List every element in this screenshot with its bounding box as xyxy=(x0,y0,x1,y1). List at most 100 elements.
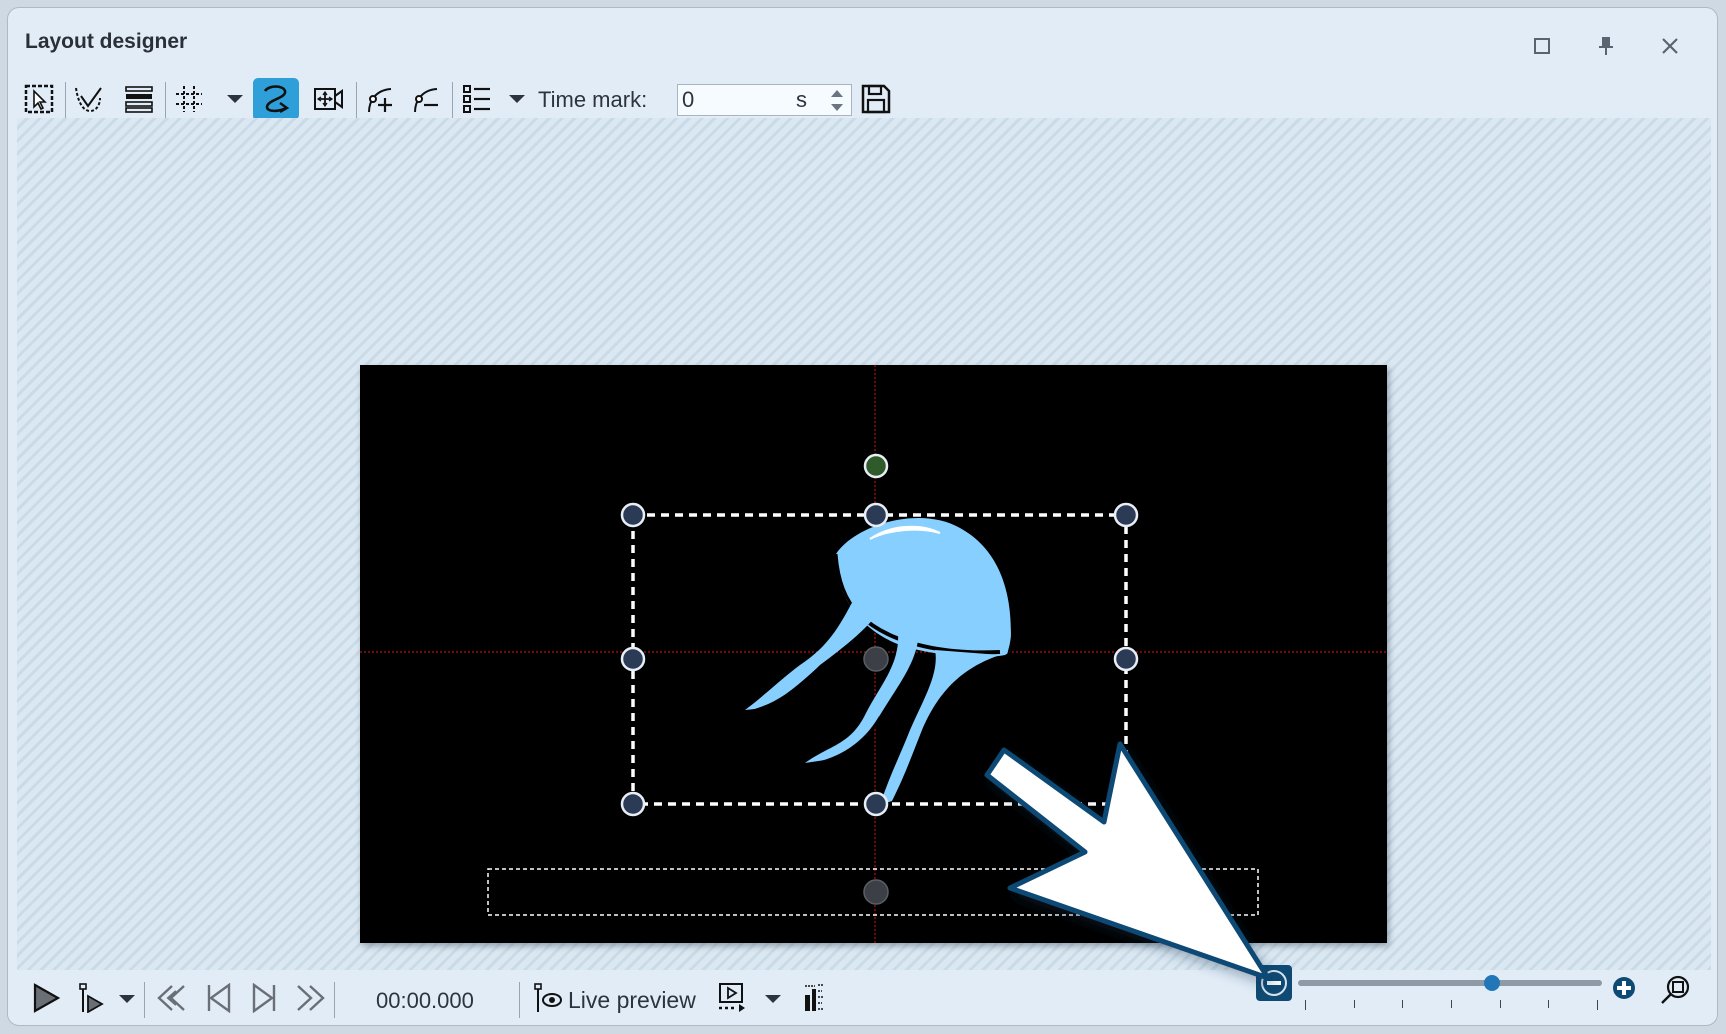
rotation-handle[interactable] xyxy=(863,453,889,479)
chevron-down-icon xyxy=(509,95,525,103)
canvas-contents xyxy=(360,365,1387,943)
maximize-icon xyxy=(1534,38,1550,54)
curve-add-icon xyxy=(368,88,392,113)
play-from-marker-icon xyxy=(79,983,104,1013)
toolbar-separator xyxy=(519,982,520,1018)
zoom-slider-tick xyxy=(1597,1000,1598,1010)
level-meter-button[interactable] xyxy=(796,980,832,1016)
toolbar-separator xyxy=(144,982,145,1018)
motion-path-icon xyxy=(263,85,290,114)
fast-forward-button[interactable] xyxy=(292,980,328,1016)
zoom-in-icon xyxy=(1613,977,1635,999)
live-preview-button[interactable]: Live preview xyxy=(568,987,696,1014)
resize-handle-left[interactable] xyxy=(620,646,646,672)
spin-up-button[interactable] xyxy=(828,87,846,99)
zoom-slider-tick xyxy=(1499,1000,1501,1008)
chevron-down-icon xyxy=(227,95,243,103)
skip-back-icon xyxy=(207,983,231,1013)
preview-screen-icon xyxy=(719,983,745,1012)
resize-handle-top-left[interactable] xyxy=(620,502,646,528)
resize-handle-right[interactable] xyxy=(1113,646,1139,672)
zoom-slider-tick xyxy=(1305,1000,1306,1010)
arrow-up-icon xyxy=(831,89,843,97)
zoom-fit-icon xyxy=(1661,975,1690,1004)
save-button[interactable] xyxy=(857,80,895,118)
save-icon xyxy=(861,84,891,114)
level-meter-icon xyxy=(805,984,824,1011)
skip-forward-icon xyxy=(252,983,276,1013)
list-icon xyxy=(463,85,490,113)
fast-forward-icon xyxy=(297,985,325,1011)
toolbar-separator xyxy=(452,82,453,118)
arrow-down-icon xyxy=(831,103,843,111)
camera-pan-tool-button[interactable] xyxy=(310,80,348,118)
list-tool-button[interactable] xyxy=(458,80,496,118)
motion-path-tool-button[interactable] xyxy=(253,78,299,120)
center-handle[interactable] xyxy=(863,646,889,672)
live-preview-icon-wrap[interactable] xyxy=(530,980,566,1016)
select-tool-button[interactable] xyxy=(20,80,58,118)
dashed-check-icon xyxy=(75,87,102,113)
zoom-in-button[interactable] xyxy=(1612,976,1636,1005)
layout-designer-window: Layout designer Time mark: 0 s 00:00.000… xyxy=(7,7,1718,1026)
resize-handle-bottom-left[interactable] xyxy=(620,791,646,817)
maximize-button[interactable] xyxy=(1528,32,1556,60)
zoom-slider-tick xyxy=(1451,1000,1452,1008)
rewind-button[interactable] xyxy=(154,980,190,1016)
resize-handle-top[interactable] xyxy=(863,502,889,528)
slide-canvas[interactable] xyxy=(360,365,1387,943)
zoom-slider-tick xyxy=(1548,1000,1550,1008)
grid-icon xyxy=(176,86,202,112)
next-button[interactable] xyxy=(246,980,282,1016)
play-from-marker-button[interactable] xyxy=(73,980,109,1016)
time-display: 00:00.000 xyxy=(376,988,474,1013)
list-options-dropdown[interactable] xyxy=(506,80,528,118)
live-preview-icon xyxy=(534,983,562,1012)
rewind-icon xyxy=(157,985,185,1011)
zoom-slider-thumb[interactable] xyxy=(1483,975,1500,991)
camera-move-icon xyxy=(314,88,343,110)
close-icon xyxy=(1662,38,1678,54)
zoom-slider-tick xyxy=(1402,1000,1404,1008)
select-arrow-icon xyxy=(24,84,54,114)
toolbar: Time mark: 0 s xyxy=(8,76,1717,124)
preview-options-dropdown[interactable] xyxy=(762,980,784,1018)
chevron-down-icon xyxy=(765,995,781,1003)
play-options-dropdown[interactable] xyxy=(116,980,138,1018)
curve-remove-icon xyxy=(414,88,438,113)
preview-mode-button[interactable] xyxy=(714,980,750,1016)
previous-button[interactable] xyxy=(201,980,237,1016)
zoom-fit-button[interactable] xyxy=(1660,975,1690,1010)
resize-handle-bottom-right[interactable] xyxy=(1113,791,1139,817)
spin-down-button[interactable] xyxy=(828,101,846,113)
play-icon xyxy=(33,983,60,1013)
resize-handle-bottom[interactable] xyxy=(863,791,889,817)
resize-handle-top-right[interactable] xyxy=(1113,502,1139,528)
toolbar-separator xyxy=(165,82,166,118)
time-mark-spinner[interactable]: 0 s xyxy=(677,84,852,116)
toolbar-separator xyxy=(334,982,335,1018)
zoom-out-button[interactable] xyxy=(1256,965,1292,1001)
time-mark-unit: s xyxy=(796,87,807,112)
pin-button[interactable] xyxy=(1592,32,1620,60)
zoom-slider-tick xyxy=(1353,1000,1355,1008)
design-stage xyxy=(17,118,1711,970)
layers-tool-button[interactable] xyxy=(120,80,158,118)
add-curve-point-button[interactable] xyxy=(362,80,400,118)
play-button[interactable] xyxy=(28,980,64,1016)
zoom-slider-track[interactable] xyxy=(1298,980,1602,986)
toolbar-separator xyxy=(65,82,66,118)
window-title: Layout designer xyxy=(25,30,188,53)
grid-options-dropdown[interactable] xyxy=(224,80,246,118)
time-mark-label: Time mark: xyxy=(538,87,648,112)
grid-tool-button[interactable] xyxy=(170,80,208,118)
time-mark-value[interactable]: 0 xyxy=(682,87,694,113)
resize-handles xyxy=(620,453,1139,817)
text-box-center-handle[interactable] xyxy=(863,879,889,905)
layers-icon xyxy=(125,86,153,113)
chevron-down-icon xyxy=(119,995,135,1003)
close-button[interactable] xyxy=(1656,32,1684,60)
zoom-out-icon xyxy=(1261,970,1287,996)
path-tool-button[interactable] xyxy=(70,80,108,118)
remove-curve-point-button[interactable] xyxy=(408,80,446,118)
